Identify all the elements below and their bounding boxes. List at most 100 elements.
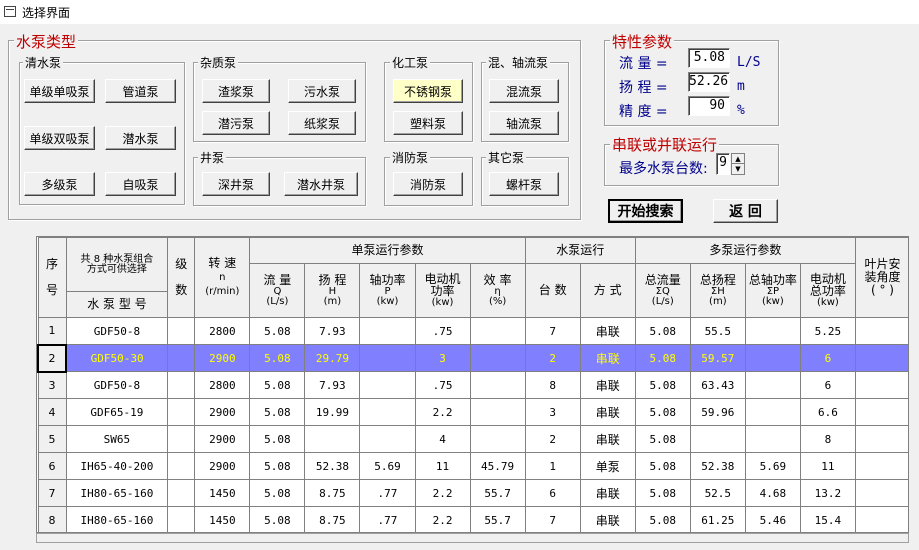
btn-pulp-pump[interactable]: 纸浆泵 (288, 111, 356, 135)
cell-count[interactable]: 6 (524, 479, 581, 507)
cell-mode[interactable]: 单泵 (579, 452, 636, 480)
cell-p[interactable]: .77 (359, 479, 416, 507)
cell-tq[interactable]: 5.08 (634, 371, 691, 399)
table-row[interactable]: 3 GDF50-8 2800 5.08 7.93.75 8 串联 5.08 63.43 6 (37, 371, 908, 399)
btn-fire-pump[interactable]: 消防泵 (393, 172, 463, 196)
cell-q[interactable]: 5.08 (249, 371, 306, 399)
cell-h[interactable] (304, 425, 361, 453)
btn-self-priming-pump[interactable]: 自吸泵 (105, 172, 176, 196)
cell-eff[interactable]: 45.79 (469, 452, 526, 480)
cell-stages[interactable] (167, 425, 196, 453)
cell-tm[interactable]: 5.25 (799, 317, 856, 345)
cell-model[interactable]: GDF65-19 (65, 398, 169, 426)
cell-speed[interactable]: 2800 (194, 371, 251, 399)
cell-stages[interactable] (167, 371, 196, 399)
cell-tq[interactable]: 5.08 (634, 317, 691, 345)
cell-tp[interactable]: 5.46 (744, 506, 801, 532)
cell-tp[interactable] (744, 425, 801, 453)
cell-motor[interactable]: 11 (414, 452, 471, 480)
cell-model[interactable]: IH80-65-160 (65, 506, 169, 532)
start-search-button[interactable]: 开始搜索 (608, 199, 683, 223)
cell-th[interactable]: 52.38 (689, 452, 746, 480)
cell-count[interactable]: 7 (524, 317, 581, 345)
btn-submersible-sewage-pump[interactable]: 潜污泵 (202, 111, 270, 135)
cell-p[interactable]: .77 (359, 506, 416, 532)
cell-tm[interactable]: 6.6 (799, 398, 856, 426)
cell-n[interactable]: 7 (37, 479, 67, 507)
cell-speed[interactable]: 2900 (194, 398, 251, 426)
cell-motor[interactable]: 2.2 (414, 479, 471, 507)
cell-model[interactable]: SW65 (65, 425, 169, 453)
btn-axial-flow-pump[interactable]: 轴流泵 (489, 111, 559, 135)
cell-p[interactable] (359, 398, 416, 426)
cell-p[interactable]: 5.69 (359, 452, 416, 480)
cell-stages[interactable] (167, 398, 196, 426)
cell-motor[interactable]: 2.2 (414, 506, 471, 532)
cell-h[interactable]: 19.99 (304, 398, 361, 426)
cell-motor[interactable]: .75 (414, 371, 471, 399)
cell-eff[interactable] (469, 398, 526, 426)
cell-model[interactable]: IH65-40-200 (65, 452, 169, 480)
cell-motor[interactable]: 3 (414, 344, 471, 372)
cell-tp[interactable] (744, 371, 801, 399)
cell-mode[interactable]: 串联 (579, 425, 636, 453)
cell-blade[interactable] (854, 344, 908, 372)
table-row[interactable]: 4 GDF65-19 2900 5.08 19.99 2.2 3 串联 5.08 59.96 6.6 (37, 398, 908, 426)
spin-down-icon[interactable]: ▼ (732, 164, 744, 174)
cell-stages[interactable] (167, 317, 196, 345)
cell-h[interactable]: 8.75 (304, 479, 361, 507)
cell-speed[interactable]: 2900 (194, 425, 251, 453)
cell-tm[interactable]: 8 (799, 425, 856, 453)
cell-tp[interactable]: 5.69 (744, 452, 801, 480)
cell-q[interactable]: 5.08 (249, 425, 306, 453)
cell-tp[interactable] (744, 317, 801, 345)
cell-stages[interactable] (167, 506, 196, 532)
cell-count[interactable]: 7 (524, 506, 581, 532)
cell-mode[interactable]: 串联 (579, 317, 636, 345)
cell-motor[interactable]: 2.2 (414, 398, 471, 426)
cell-n[interactable]: 4 (37, 398, 67, 426)
cell-eff[interactable]: 55.7 (469, 506, 526, 532)
cell-h[interactable]: 52.38 (304, 452, 361, 480)
cell-speed[interactable]: 2800 (194, 317, 251, 345)
table-row[interactable]: 6 IH65-40-200 2900 5.08 52.38 5.69 11 45.79 1 单泵 5… (37, 452, 908, 480)
cell-p[interactable] (359, 317, 416, 345)
cell-eff[interactable] (469, 425, 526, 453)
cell-p[interactable] (359, 344, 416, 372)
cell-n[interactable]: 6 (37, 452, 67, 480)
table-row[interactable]: 8 IH80-65-160 1450 5.08 8.75.77 2.2 55.7 7 串联 5.0… (37, 506, 908, 532)
btn-mixed-flow-pump[interactable]: 混流泵 (489, 79, 559, 103)
cell-tm[interactable]: 6 (799, 371, 856, 399)
cell-q[interactable]: 5.08 (249, 479, 306, 507)
cell-mode[interactable]: 串联 (579, 344, 636, 372)
btn-deep-well-pump[interactable]: 深井泵 (202, 172, 270, 196)
table-row[interactable]: 2 GDF50-30 2900 5.08 29.79 3 2 串联 5.08 59.57 6 (37, 343, 908, 373)
cell-model[interactable]: GDF50-8 (65, 371, 169, 399)
table-row[interactable]: 5 SW65 2900 5.08 4 2 串联 5.08 8 (37, 425, 908, 453)
cell-motor[interactable]: 4 (414, 425, 471, 453)
cell-h[interactable]: 29.79 (304, 344, 361, 372)
cell-tq[interactable]: 5.08 (634, 398, 691, 426)
cell-p[interactable] (359, 371, 416, 399)
cell-stages[interactable] (167, 452, 196, 480)
horizontal-scrollbar[interactable] (36, 533, 909, 543)
cell-count[interactable]: 1 (524, 452, 581, 480)
head-input[interactable]: 52.26 (688, 72, 730, 92)
cell-blade[interactable] (854, 506, 908, 532)
cell-eff[interactable] (469, 317, 526, 345)
cell-tm[interactable]: 11 (799, 452, 856, 480)
cell-th[interactable]: 59.96 (689, 398, 746, 426)
cell-n[interactable]: 8 (37, 506, 67, 532)
cell-q[interactable]: 5.08 (249, 344, 306, 372)
table-row[interactable]: 1 GDF50-8 2800 5.08 7.93.75 7 串联 5.08 55.5 5.25 (37, 317, 908, 345)
btn-submersible-well-pump[interactable]: 潜水井泵 (284, 172, 358, 196)
cell-model[interactable]: GDF50-30 (65, 344, 169, 372)
cell-q[interactable]: 5.08 (249, 317, 306, 345)
cell-h[interactable]: 7.93 (304, 371, 361, 399)
cell-blade[interactable] (854, 371, 908, 399)
cell-n[interactable]: 2 (37, 343, 68, 373)
btn-slurry-pump[interactable]: 渣浆泵 (202, 79, 270, 103)
cell-stages[interactable] (167, 344, 196, 372)
cell-tm[interactable]: 15.4 (799, 506, 856, 532)
cell-tq[interactable]: 5.08 (634, 452, 691, 480)
